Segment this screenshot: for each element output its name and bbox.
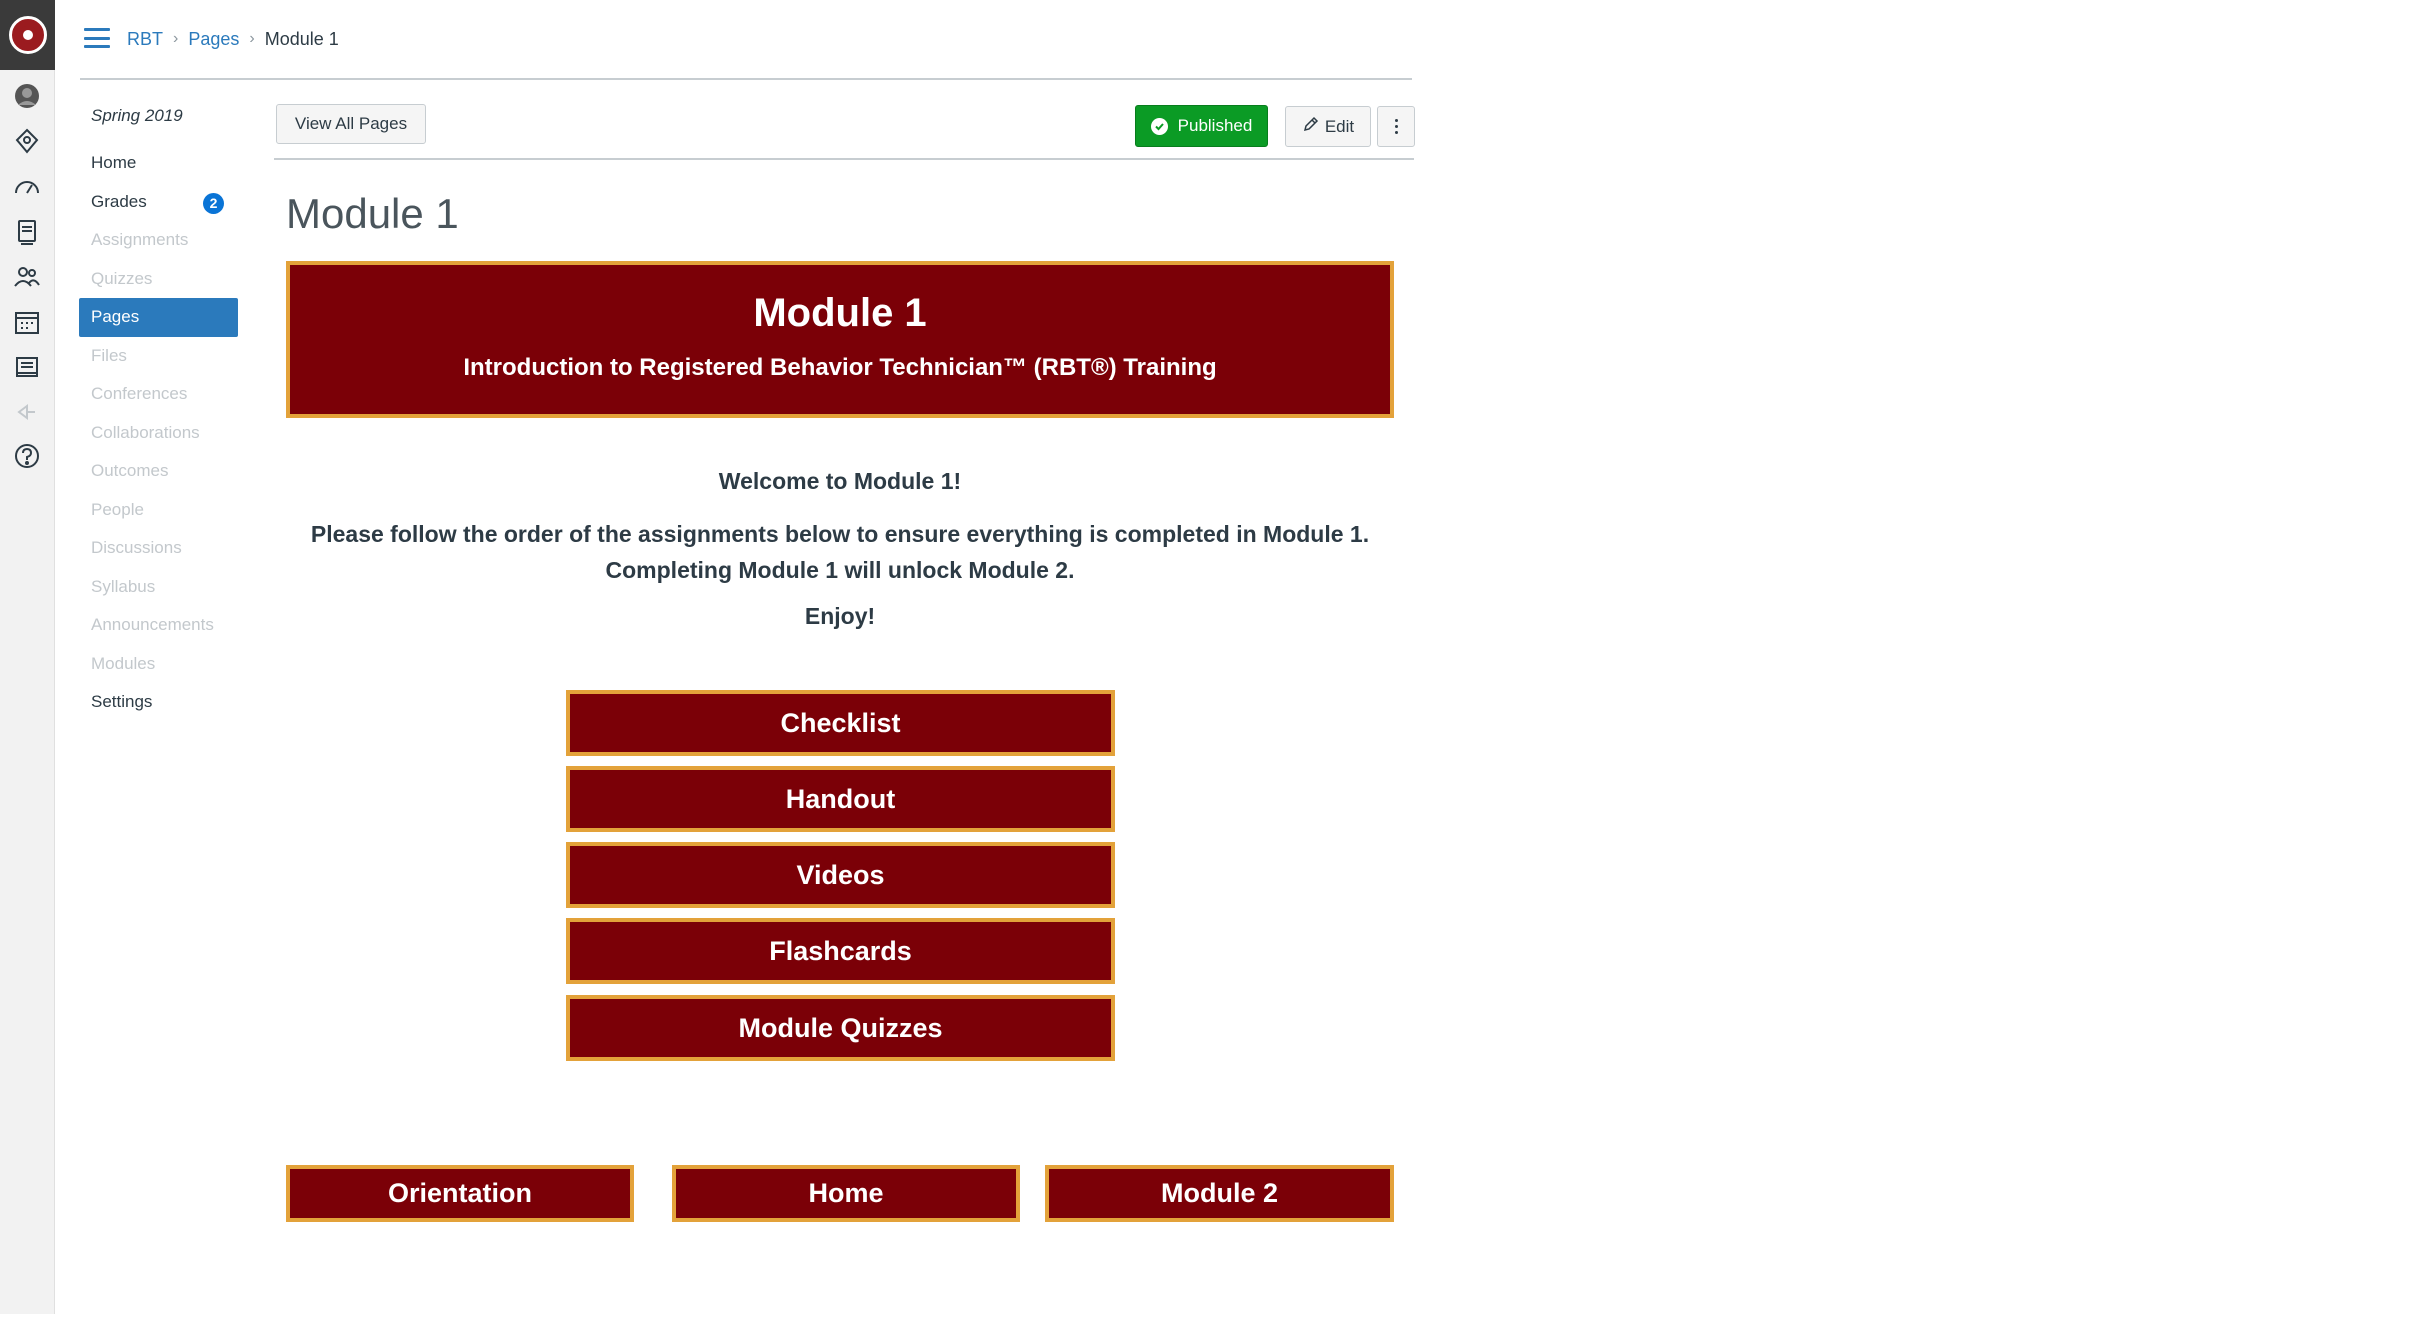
banner-subtitle: Introduction to Registered Behavior Tech… xyxy=(463,354,1217,381)
page-title: Module 1 xyxy=(286,190,459,237)
collapse-nav-icon[interactable] xyxy=(12,1307,42,1317)
course-nav-people[interactable]: People xyxy=(79,491,238,530)
groups-icon[interactable] xyxy=(12,262,42,292)
toolbar-divider xyxy=(274,158,1414,160)
admin-icon[interactable] xyxy=(12,126,42,156)
calendar-icon[interactable] xyxy=(12,307,42,337)
instruction-text: Please follow the order of the assignmen… xyxy=(286,516,1394,588)
grades-count-badge: 2 xyxy=(203,192,224,214)
history-icon[interactable] xyxy=(12,397,42,427)
course-nav-announcements[interactable]: Announcements xyxy=(79,606,238,645)
course-nav-label: Pages xyxy=(91,307,140,326)
course-nav-conferences[interactable]: Conferences xyxy=(79,375,238,414)
global-nav xyxy=(0,0,55,1314)
kebab-menu-icon xyxy=(1394,119,1398,122)
flashcards-button[interactable]: Flashcards xyxy=(566,918,1115,984)
course-nav-collaborations[interactable]: Collaborations xyxy=(79,414,238,453)
breadcrumb-course-link[interactable]: RBT xyxy=(127,29,163,50)
course-nav-label: Settings xyxy=(91,692,153,711)
breadcrumb: RBT › Pages › Module 1 xyxy=(127,27,339,51)
breadcrumb-chevron-icon: › xyxy=(173,30,179,47)
instruction-line: Please follow the order of the assignmen… xyxy=(310,521,1370,547)
enjoy-text: Enjoy! xyxy=(804,603,876,629)
course-nav-label: Outcomes xyxy=(91,461,169,480)
course-nav-syllabus[interactable]: Syllabus xyxy=(79,568,238,607)
breadcrumb-pages-link[interactable]: Pages xyxy=(188,29,239,50)
account-avatar-icon[interactable] xyxy=(12,81,42,111)
view-all-pages-button[interactable]: View All Pages xyxy=(276,104,426,144)
course-nav-label: Files xyxy=(91,345,127,365)
course-nav-label: Grades xyxy=(91,191,147,211)
course-menu-toggle[interactable] xyxy=(84,28,110,48)
more-options-button[interactable] xyxy=(1377,106,1415,147)
home-button[interactable]: Home xyxy=(672,1165,1020,1222)
edit-button[interactable]: Edit xyxy=(1285,106,1371,147)
courses-icon[interactable] xyxy=(12,217,42,247)
course-nav-pages[interactable]: Pages xyxy=(79,298,238,337)
banner-title: Module 1 xyxy=(753,291,927,335)
published-button[interactable]: Published xyxy=(1135,105,1268,147)
course-nav-settings[interactable]: Settings xyxy=(79,683,238,722)
course-nav-label: Syllabus xyxy=(91,576,156,596)
breadcrumb-chevron-icon: › xyxy=(249,30,255,47)
module-2-button[interactable]: Module 2 xyxy=(1045,1165,1394,1222)
course-nav-label: Modules xyxy=(91,653,156,673)
course-nav: Home Grades 2 Assignments Quizzes Pages F… xyxy=(79,144,238,722)
checklist-button[interactable]: Checklist xyxy=(566,690,1115,756)
course-nav-label: Announcements xyxy=(91,615,214,634)
course-nav-assignments[interactable]: Assignments xyxy=(79,221,238,260)
inbox-icon[interactable] xyxy=(12,352,42,382)
course-nav-label: Collaborations xyxy=(91,422,200,442)
breadcrumb-current: Module 1 xyxy=(264,28,339,49)
handout-button[interactable]: Handout xyxy=(566,766,1115,832)
course-nav-label: Discussions xyxy=(91,538,182,557)
course-nav-label: People xyxy=(91,499,144,519)
videos-button[interactable]: Videos xyxy=(566,842,1115,908)
orientation-button[interactable]: Orientation xyxy=(286,1165,634,1222)
welcome-text: Welcome to Module 1! xyxy=(718,468,962,494)
course-nav-outcomes[interactable]: Outcomes xyxy=(79,452,238,491)
module-quizzes-button[interactable]: Module Quizzes xyxy=(566,995,1115,1061)
course-nav-grades[interactable]: Grades 2 xyxy=(79,183,238,222)
dashboard-icon[interactable] xyxy=(12,172,42,202)
course-nav-label: Assignments xyxy=(91,230,189,249)
pencil-icon xyxy=(1302,116,1319,138)
course-nav-modules[interactable]: Modules xyxy=(79,645,238,684)
institution-logo-icon[interactable] xyxy=(0,0,55,70)
course-nav-home[interactable]: Home xyxy=(79,144,238,183)
course-nav-discussions[interactable]: Discussions xyxy=(79,529,238,568)
check-circle-icon xyxy=(1150,117,1168,135)
course-nav-label: Quizzes xyxy=(91,268,153,288)
header-divider xyxy=(80,78,1412,80)
course-term: Spring 2019 xyxy=(91,106,183,125)
help-icon[interactable] xyxy=(12,441,42,471)
published-label: Published xyxy=(1177,116,1253,135)
course-nav-quizzes[interactable]: Quizzes xyxy=(79,260,238,299)
course-nav-label: Home xyxy=(91,153,137,172)
edit-label: Edit xyxy=(1324,116,1355,136)
course-nav-files[interactable]: Files xyxy=(79,337,238,376)
course-nav-label: Conferences xyxy=(91,384,188,403)
instruction-line: Completing Module 1 will unlock Module 2… xyxy=(605,557,1075,583)
module-banner: Module 1 Introduction to Registered Beha… xyxy=(286,261,1394,418)
